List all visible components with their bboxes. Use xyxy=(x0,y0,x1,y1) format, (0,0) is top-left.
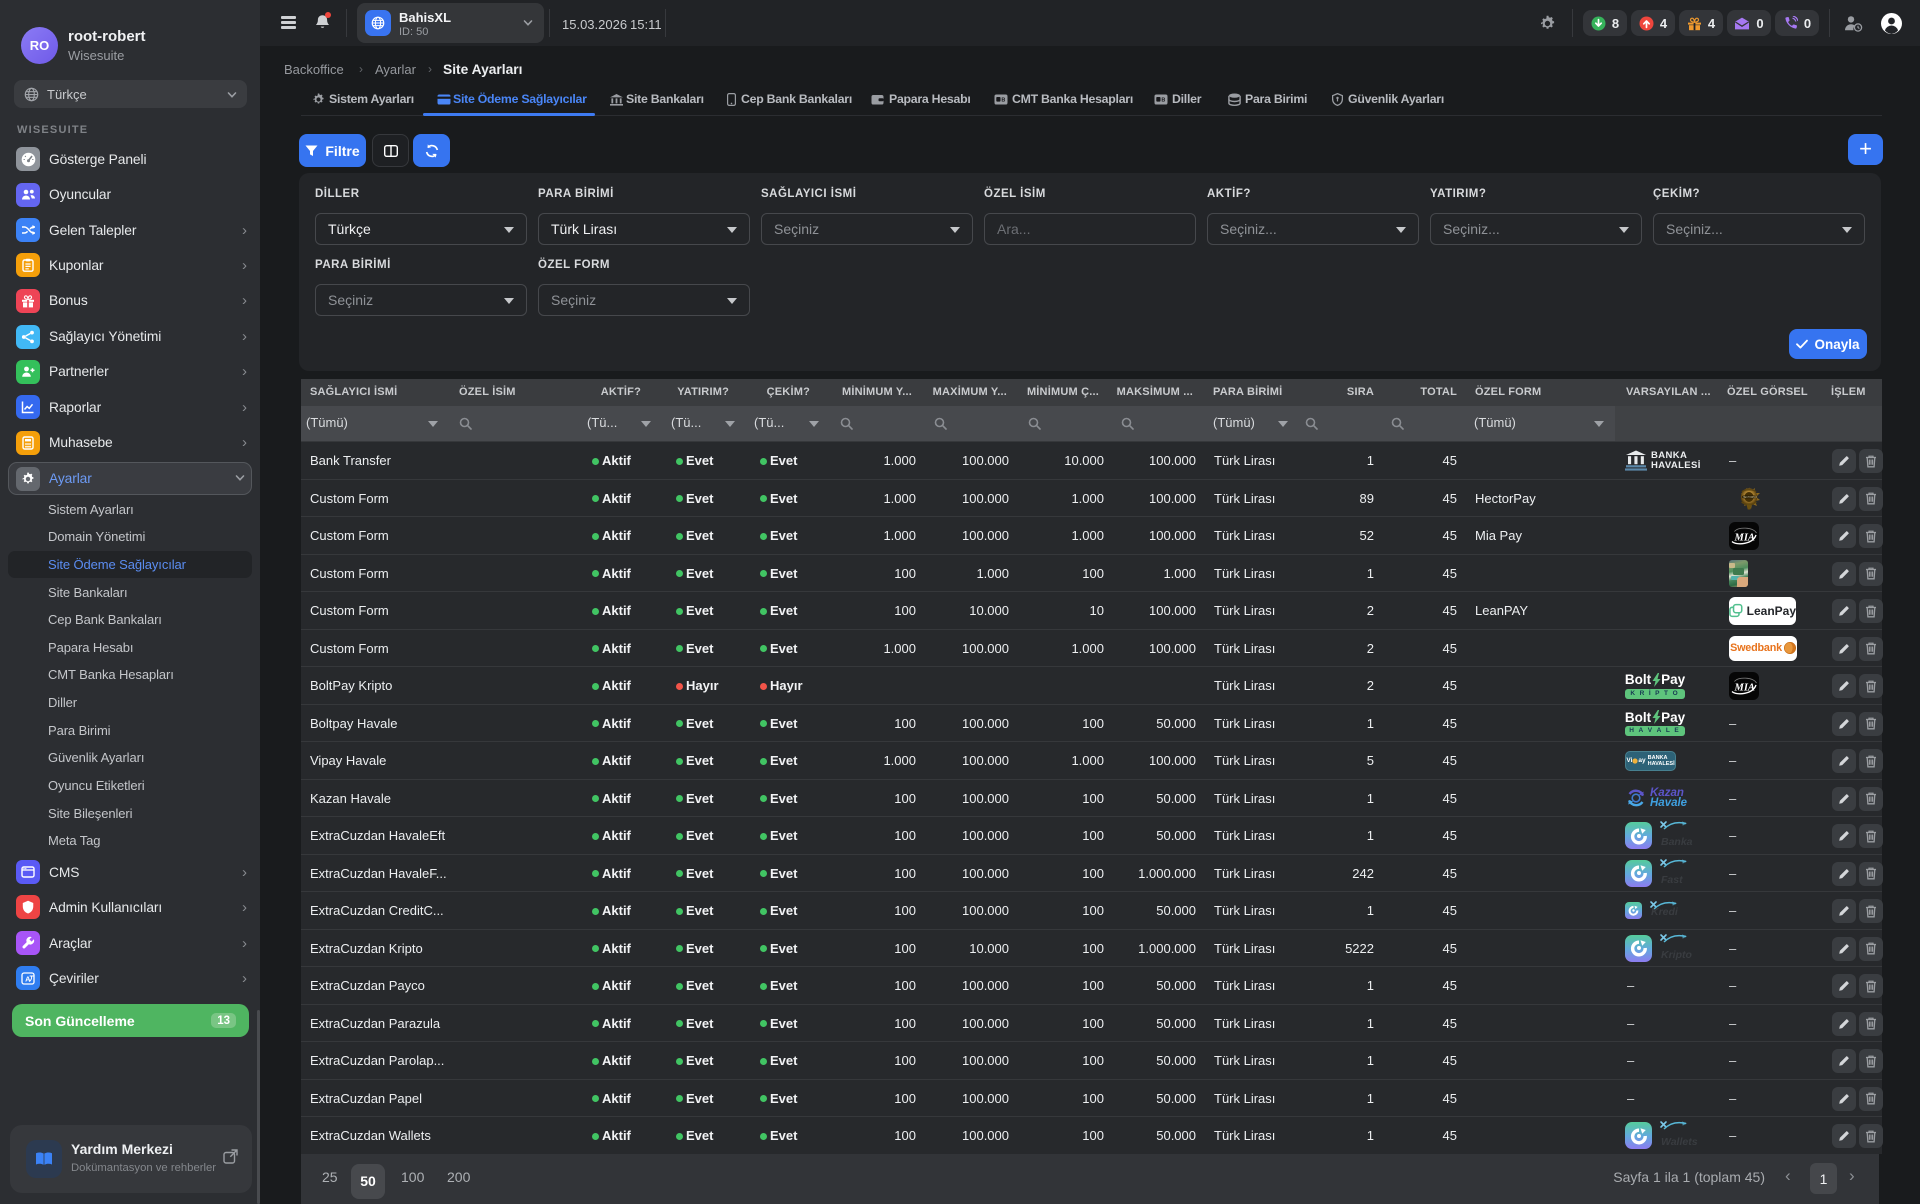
svg-text:MIA: MIA xyxy=(1734,682,1755,693)
svg-text:B: B xyxy=(1001,97,1005,103)
svg-text:HECTORPAY: HECTORPAY xyxy=(1743,496,1757,499)
svg-text:MIA: MIA xyxy=(1734,532,1755,543)
svg-text:B: B xyxy=(1161,97,1165,103)
